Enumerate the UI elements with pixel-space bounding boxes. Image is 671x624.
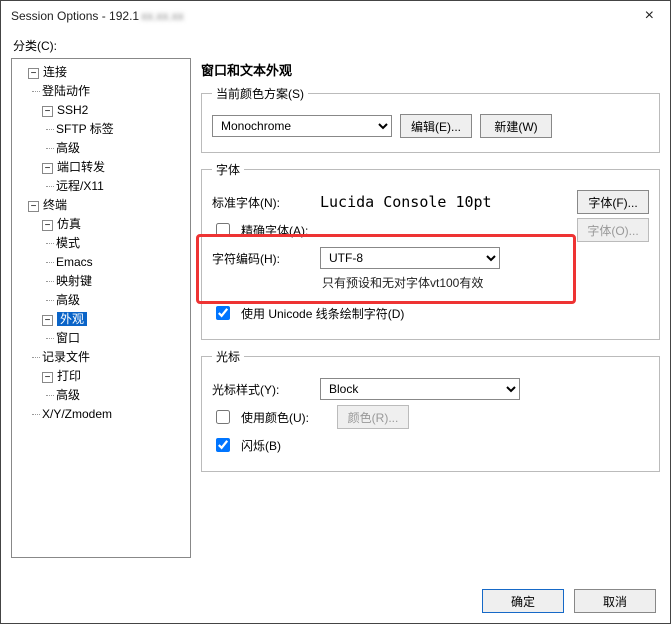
- tree-toggle-icon[interactable]: −: [28, 201, 39, 212]
- tree-toggle-icon[interactable]: −: [42, 220, 53, 231]
- close-icon[interactable]: ×: [639, 7, 660, 25]
- color-scheme-legend: 当前颜色方案(S): [212, 85, 308, 102]
- ok-button[interactable]: 确定: [482, 589, 564, 613]
- encoding-note: 只有预设和无对字体vt100有效: [322, 274, 649, 291]
- unicode-line-checkbox[interactable]: [216, 306, 230, 320]
- encoding-label: 字符编码(H):: [212, 250, 312, 267]
- category-tree[interactable]: −连接 登陆动作 −SSH2 SFTP 标签 高级 −端口转发 远程/X11 −…: [11, 58, 191, 558]
- font-group: 字体 标准字体(N): Lucida Console 10pt 字体(F)...…: [201, 161, 660, 340]
- tree-item-connect[interactable]: 连接: [43, 65, 67, 79]
- tree-item-mapping[interactable]: 映射键: [56, 274, 92, 288]
- window-title-obscured: xx.xx.xx: [141, 9, 184, 23]
- tree-item-logfile[interactable]: 记录文件: [42, 350, 90, 364]
- edit-scheme-button[interactable]: 编辑(E)...: [400, 114, 472, 138]
- cursor-style-label: 光标样式(Y):: [212, 381, 312, 398]
- tree-item-mode[interactable]: 模式: [56, 236, 80, 250]
- cursor-style-select[interactable]: Block: [320, 378, 520, 400]
- font-legend: 字体: [212, 161, 244, 178]
- tree-item-appearance[interactable]: 外观: [57, 312, 87, 326]
- encoding-select[interactable]: UTF-8: [320, 247, 500, 269]
- tree-item-advanced[interactable]: 高级: [56, 141, 80, 155]
- category-label: 分类(C):: [1, 31, 670, 54]
- unicode-line-label: 使用 Unicode 线条绘制字符(D): [241, 305, 404, 322]
- use-color-label: 使用颜色(U):: [241, 409, 329, 426]
- normal-font-value: Lucida Console 10pt: [320, 193, 569, 211]
- tree-item-window[interactable]: 窗口: [56, 331, 80, 345]
- tree-item-print[interactable]: 打印: [57, 369, 81, 383]
- new-scheme-button[interactable]: 新建(W): [480, 114, 552, 138]
- use-color-checkbox[interactable]: [216, 410, 230, 424]
- window-title: Session Options - 192.1: [11, 9, 139, 23]
- pane-header: 窗口和文本外观: [201, 58, 660, 85]
- tree-toggle-icon[interactable]: −: [42, 106, 53, 117]
- tree-item-terminal[interactable]: 终端: [43, 198, 67, 212]
- normal-font-label: 标准字体(N):: [212, 194, 312, 211]
- tree-item-sftp[interactable]: SFTP 标签: [56, 122, 114, 136]
- dialog-footer: 确定 取消: [482, 589, 656, 613]
- tree-toggle-icon[interactable]: −: [42, 372, 53, 383]
- blink-checkbox[interactable]: [216, 438, 230, 452]
- narrow-font-label: 精确字体(A):: [241, 222, 569, 239]
- tree-item-portfwd[interactable]: 端口转发: [57, 160, 105, 174]
- font-button-2: 字体(O)...: [577, 218, 649, 242]
- color-scheme-select[interactable]: Monochrome: [212, 115, 392, 137]
- tree-item-login[interactable]: 登陆动作: [42, 84, 90, 98]
- tree-item-emacs[interactable]: Emacs: [56, 255, 93, 269]
- tree-item-advanced3[interactable]: 高级: [56, 388, 80, 402]
- title-bar: Session Options - 192.1 xx.xx.xx ×: [1, 1, 670, 31]
- tree-item-ssh2[interactable]: SSH2: [57, 103, 88, 117]
- tree-item-advanced2[interactable]: 高级: [56, 293, 80, 307]
- tree-toggle-icon[interactable]: −: [42, 315, 53, 326]
- cancel-button[interactable]: 取消: [574, 589, 656, 613]
- tree-item-emulation[interactable]: 仿真: [57, 217, 81, 231]
- cursor-group: 光标 光标样式(Y): Block 使用颜色(U): 颜色(R)... 闪烁(B…: [201, 348, 660, 472]
- color-scheme-group: 当前颜色方案(S) Monochrome 编辑(E)... 新建(W): [201, 85, 660, 153]
- cursor-legend: 光标: [212, 348, 244, 365]
- tree-item-x11[interactable]: 远程/X11: [56, 179, 104, 193]
- font-button[interactable]: 字体(F)...: [577, 190, 649, 214]
- tree-toggle-icon[interactable]: −: [28, 68, 39, 79]
- narrow-font-checkbox[interactable]: [216, 223, 230, 237]
- blink-label: 闪烁(B): [241, 437, 281, 454]
- settings-pane: 窗口和文本外观 当前颜色方案(S) Monochrome 编辑(E)... 新建…: [201, 58, 660, 566]
- cursor-color-button: 颜色(R)...: [337, 405, 409, 429]
- tree-toggle-icon[interactable]: −: [42, 163, 53, 174]
- tree-item-xyz[interactable]: X/Y/Zmodem: [42, 407, 112, 421]
